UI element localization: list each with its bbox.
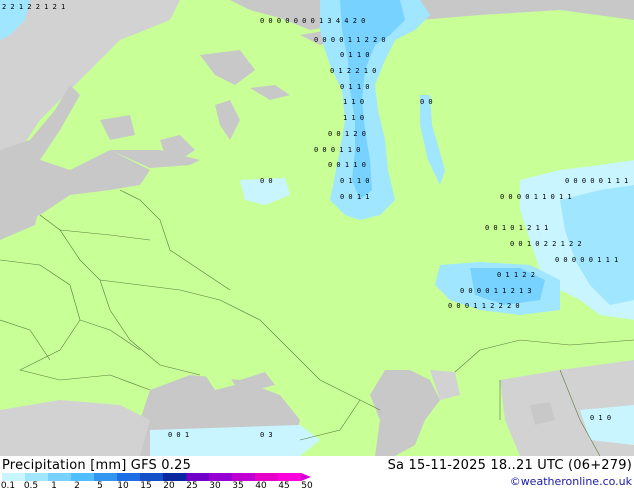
scale-swatch xyxy=(2,473,25,481)
value-label-u: 0 3 xyxy=(260,431,273,439)
value-label-j: 0 0 0 0 0 1 1 1 xyxy=(565,177,628,185)
precipitation-map: 2 2 1 2 2 1 2 1 0 0 0 0 0 0 0 1 3 4 4 2 … xyxy=(0,0,634,456)
scale-swatch xyxy=(94,473,117,481)
scale-swatch xyxy=(278,473,301,481)
value-label-s: 0 0 1 xyxy=(168,431,189,439)
value-label-a: 0 1 1 0 xyxy=(340,83,370,91)
scale-swatch xyxy=(140,473,163,481)
scale-swatch xyxy=(255,473,278,481)
scale-swatch xyxy=(48,473,71,481)
scale-swatch xyxy=(71,473,94,481)
value-label-g: 0 1 1 0 xyxy=(340,177,370,185)
value-label-c: 1 1 0 xyxy=(343,114,364,122)
value-label-n5: 0 1 2 2 1 0 xyxy=(330,67,376,75)
value-label-r: 0 1 0 xyxy=(590,414,611,422)
value-label-n: 0 0 1 0 2 2 1 2 2 xyxy=(510,240,582,248)
value-overlay: 2 2 1 2 2 1 2 1 0 0 0 0 0 0 0 1 3 4 4 2 … xyxy=(2,3,628,439)
value-label-p: 0 0 0 1 1 2 2 2 0 xyxy=(448,302,520,310)
scale-swatch xyxy=(209,473,232,481)
value-label-n2: 0 0 0 0 0 0 0 1 3 4 4 2 0 xyxy=(260,17,365,25)
value-label-l: 0 0 1 0 1 2 1 1 xyxy=(485,224,548,232)
value-label-n1: 2 2 1 2 2 1 2 1 xyxy=(2,3,65,11)
value-label-h: 0 0 1 1 xyxy=(340,193,370,201)
value-label-b: 1 1 0 xyxy=(343,98,364,106)
value-label-k: 0 0 0 0 1 1 0 1 1 xyxy=(500,193,572,201)
scale-swatch xyxy=(25,473,48,481)
value-label-o: 0 0 0 0 1 1 2 1 3 xyxy=(460,287,532,295)
value-label-d: 0 0 1 2 0 xyxy=(328,130,366,138)
map-title: Precipitation [mm] GFS 0.25 xyxy=(2,458,192,473)
value-label-m: 0 1 1 2 2 xyxy=(497,271,535,279)
scale-swatch xyxy=(186,473,209,481)
value-label-n4: 0 1 1 0 xyxy=(340,51,370,59)
value-label-t: 0 0 xyxy=(420,98,433,106)
scale-swatch xyxy=(232,473,255,481)
value-label-i: 0 0 xyxy=(260,177,273,185)
color-scale xyxy=(2,473,311,481)
valid-time: Sa 15-11-2025 18..21 UTC (06+279) xyxy=(387,458,632,473)
value-label-f: 0 0 1 1 0 xyxy=(328,161,366,169)
map-footer: Precipitation [mm] GFS 0.25 Sa 15-11-202… xyxy=(0,456,634,491)
scale-swatch xyxy=(163,473,186,481)
value-label-q: 0 0 0 0 0 1 1 1 xyxy=(555,256,618,264)
value-label-e: 0 0 0 1 1 0 xyxy=(314,146,360,154)
value-label-n3: 0 0 0 0 1 1 2 2 0 xyxy=(314,36,386,44)
credit-link[interactable]: ©weatheronline.co.uk xyxy=(510,475,632,488)
scale-swatch xyxy=(117,473,140,481)
scale-arrow xyxy=(301,473,311,481)
